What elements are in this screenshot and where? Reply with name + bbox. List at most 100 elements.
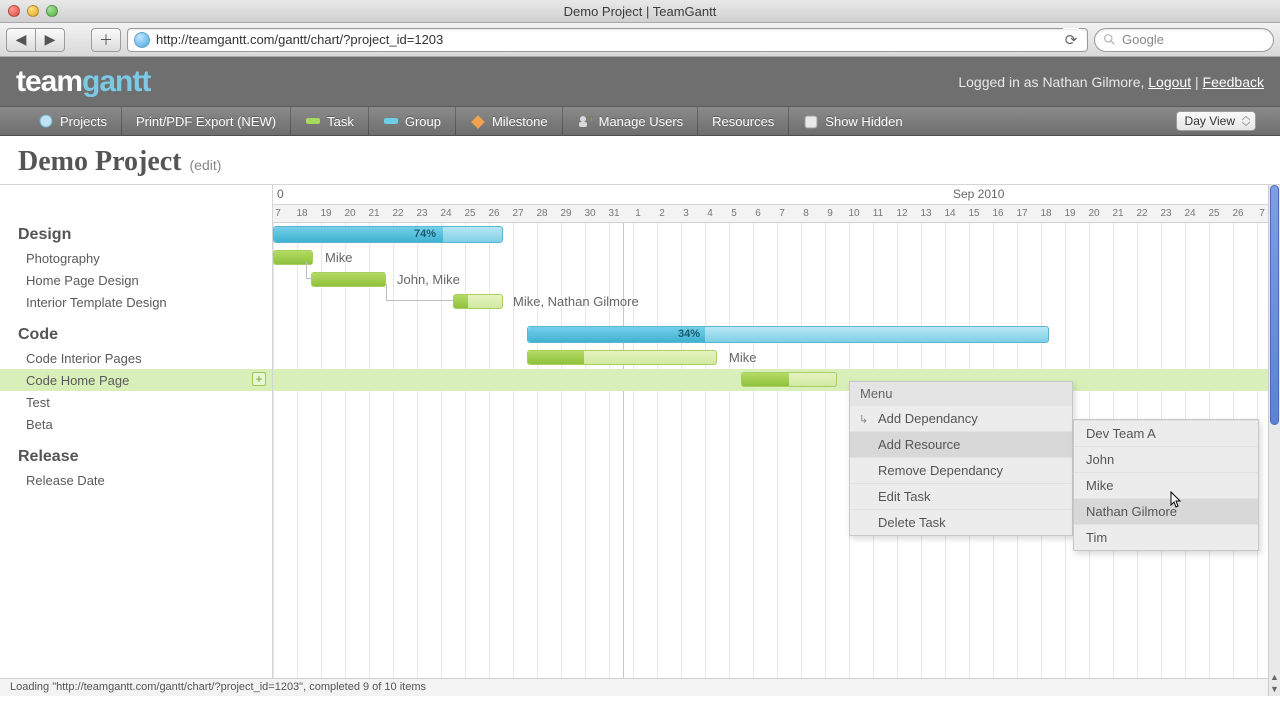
app-header: teamgantt Logged in as Nathan Gilmore, L…: [0, 57, 1280, 106]
logout-link[interactable]: Logout: [1148, 74, 1191, 90]
day-label: 28: [530, 208, 554, 219]
task-row-code-interior[interactable]: Code Interior Pages: [0, 347, 272, 369]
day-label: 1: [626, 208, 650, 219]
vertical-scrollbar[interactable]: ▲ ▼: [1268, 185, 1280, 696]
toolbar-add-milestone[interactable]: Milestone: [455, 107, 562, 135]
day-label: 27: [506, 208, 530, 219]
scroll-down-icon[interactable]: ▼: [1269, 684, 1280, 696]
toolbar-print-export[interactable]: Print/PDF Export (NEW): [121, 107, 290, 135]
browser-search-field[interactable]: Google: [1094, 28, 1274, 52]
dependency-icon: ↳: [859, 413, 868, 426]
dependency-line: [306, 262, 314, 279]
day-label: 18: [1034, 208, 1058, 219]
user-info: Logged in as Nathan Gilmore, Logout | Fe…: [958, 74, 1264, 90]
task-list-pane: Design Photography Home Page Design Inte…: [0, 185, 273, 696]
task-bar-interior-template[interactable]: [453, 294, 503, 309]
search-placeholder: Google: [1122, 32, 1164, 47]
day-label: 29: [554, 208, 578, 219]
group-bar-design[interactable]: 74%: [273, 226, 503, 243]
day-label: 16: [986, 208, 1010, 219]
toolbar-projects[interactable]: Projects: [24, 107, 121, 135]
browser-toolbar: ◀ ▶ ＋ http://teamgantt.com/gantt/chart/?…: [0, 23, 1280, 57]
toolbar-resources[interactable]: Resources: [697, 107, 788, 135]
day-label: 6: [746, 208, 770, 219]
manage-users-icon: +: [577, 114, 593, 128]
scrollbar-thumb[interactable]: [1270, 185, 1279, 425]
day-label: 2: [650, 208, 674, 219]
group-row-release[interactable]: Release: [0, 445, 272, 469]
nav-back-button[interactable]: ◀: [6, 28, 36, 52]
feedback-link[interactable]: Feedback: [1203, 74, 1264, 90]
assignee-label: Mike: [325, 250, 352, 265]
day-label: 7: [1250, 208, 1268, 219]
group-bar-code[interactable]: 34%: [527, 326, 1049, 343]
toolbar-add-group[interactable]: Group: [368, 107, 455, 135]
project-name: Demo Project: [18, 146, 182, 178]
day-label: 24: [434, 208, 458, 219]
resource-option[interactable]: Nathan Gilmore: [1074, 498, 1258, 524]
resource-option[interactable]: Dev Team A: [1074, 420, 1258, 446]
menu-remove-dependency[interactable]: Remove Dependancy: [850, 457, 1072, 483]
menu-edit-task[interactable]: Edit Task: [850, 483, 1072, 509]
day-label: 3: [674, 208, 698, 219]
add-task-inline-button[interactable]: +: [252, 372, 266, 386]
teamgantt-logo[interactable]: teamgantt: [16, 65, 150, 99]
edit-project-link[interactable]: (edit): [190, 157, 222, 173]
group-row-design[interactable]: Design: [0, 223, 272, 247]
menu-add-dependency[interactable]: ↳Add Dependancy: [850, 405, 1072, 431]
resource-option[interactable]: John: [1074, 446, 1258, 472]
day-label: 30: [578, 208, 602, 219]
day-label: 12: [890, 208, 914, 219]
task-row-home-page-design[interactable]: Home Page Design: [0, 269, 272, 291]
address-bar[interactable]: http://teamgantt.com/gantt/chart/?projec…: [127, 28, 1088, 52]
toolbar-manage-users[interactable]: + Manage Users: [562, 107, 698, 135]
search-icon: [1103, 33, 1116, 46]
task-bar-code-home-page[interactable]: [741, 372, 837, 387]
task-row-photography[interactable]: Photography: [0, 247, 272, 269]
svg-text:+: +: [589, 114, 593, 124]
status-bar: Loading "http://teamgantt.com/gantt/char…: [0, 678, 1268, 696]
timeline-pane[interactable]: 0 Sep 2010 71819202122232425262728293031…: [273, 185, 1268, 696]
timeline-month-header: 0 Sep 2010: [273, 185, 1268, 205]
task-row-code-home-page[interactable]: Code Home Page +: [0, 369, 272, 391]
gantt-area: Design Photography Home Page Design Inte…: [0, 184, 1280, 696]
nav-forward-button[interactable]: ▶: [35, 28, 65, 52]
group-row-code[interactable]: Code: [0, 323, 272, 347]
day-label: 26: [1226, 208, 1250, 219]
projects-icon: [38, 114, 54, 128]
task-row-interior-template[interactable]: Interior Template Design: [0, 291, 272, 313]
task-bar-code-interior[interactable]: [527, 350, 717, 365]
resource-submenu: Dev Team A John Mike Nathan Gilmore Tim: [1073, 419, 1259, 551]
toolbar-show-hidden[interactable]: Show Hidden: [788, 107, 916, 135]
reload-icon[interactable]: ⟳: [1061, 28, 1081, 52]
view-mode-select[interactable]: Day View: [1176, 111, 1256, 131]
day-label: 25: [1202, 208, 1226, 219]
task-row-release-date[interactable]: Release Date: [0, 469, 272, 491]
task-context-menu: Menu ↳Add Dependancy Add Resource Remove…: [849, 381, 1073, 536]
toolbar-add-task[interactable]: Task: [290, 107, 368, 135]
show-hidden-icon: [803, 114, 819, 128]
resource-option[interactable]: Mike: [1074, 472, 1258, 498]
menu-delete-task[interactable]: Delete Task: [850, 509, 1072, 535]
current-user-name: Nathan Gilmore: [1042, 74, 1140, 90]
task-bar-home-page-design[interactable]: [311, 272, 386, 287]
day-label: 15: [962, 208, 986, 219]
day-label: 31: [602, 208, 626, 219]
add-bookmark-button[interactable]: ＋: [91, 28, 121, 52]
day-label: 23: [1154, 208, 1178, 219]
day-label: 7: [273, 208, 290, 219]
menu-add-resource[interactable]: Add Resource: [850, 431, 1072, 457]
day-label: 11: [866, 208, 890, 219]
day-label: 8: [794, 208, 818, 219]
timeline-day-header: 7181920212223242526272829303112345678910…: [273, 205, 1268, 223]
day-label: 14: [938, 208, 962, 219]
task-row-beta[interactable]: Beta: [0, 413, 272, 435]
day-label: 18: [290, 208, 314, 219]
assignee-label: Mike, Nathan Gilmore: [513, 294, 639, 309]
task-row-test[interactable]: Test: [0, 391, 272, 413]
resource-option[interactable]: Tim: [1074, 524, 1258, 550]
scroll-up-icon[interactable]: ▲: [1269, 672, 1280, 684]
day-label: 24: [1178, 208, 1202, 219]
site-globe-icon: [134, 32, 150, 48]
day-label: 4: [698, 208, 722, 219]
